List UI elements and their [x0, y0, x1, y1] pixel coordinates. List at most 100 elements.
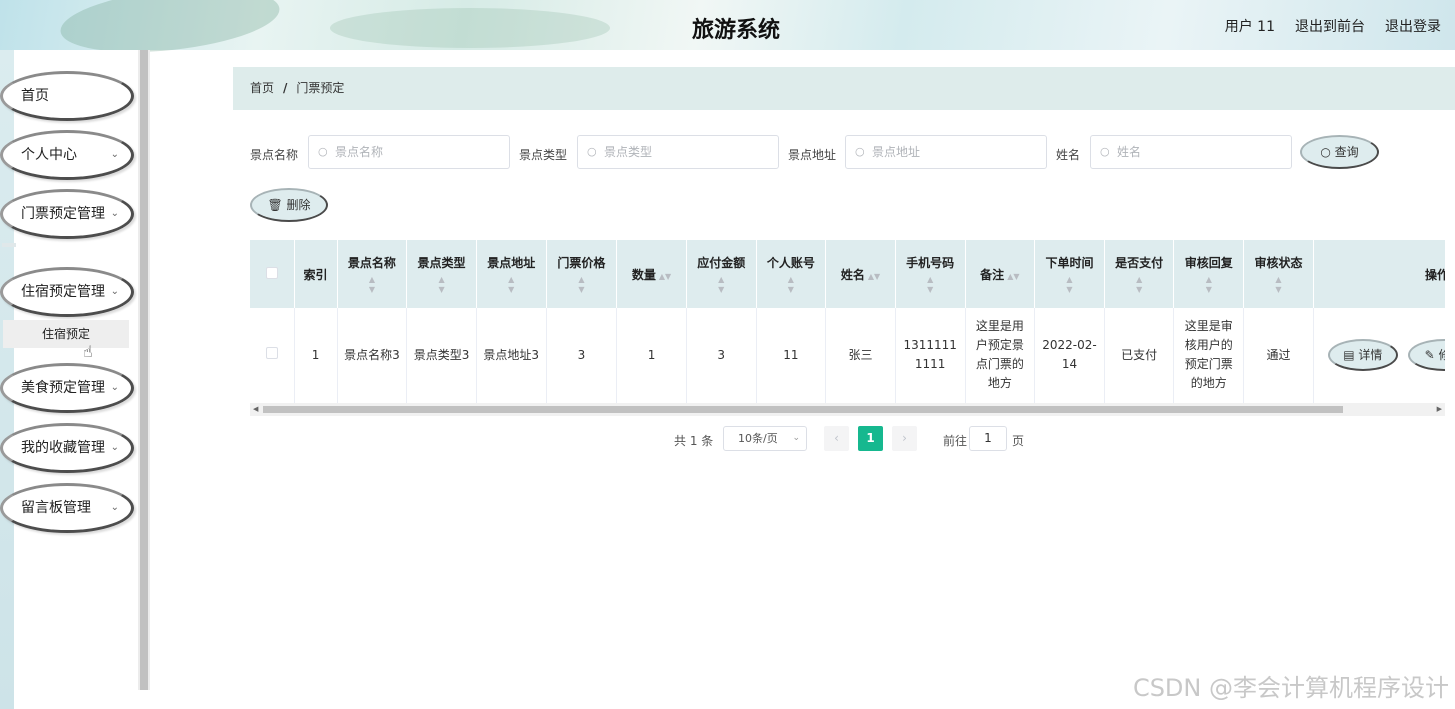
column-header[interactable]: 手机号码 ▲ ▼: [895, 240, 966, 308]
sidebar-scrollbar-thumb[interactable]: [140, 50, 148, 690]
sidebar-item-personal-center[interactable]: 个人中心 ⌄: [0, 130, 134, 180]
column-header: 索引: [294, 240, 338, 308]
search-label-spot-type: 景点类型: [519, 148, 568, 162]
page-size-select[interactable]: 10条/页 ⌄: [723, 426, 807, 451]
cell-index: 1: [294, 308, 338, 404]
sort-icon[interactable]: ▲▼: [409, 275, 474, 295]
cell-spot-name: 景点名称3: [337, 308, 408, 404]
sort-icon[interactable]: ▲▼: [759, 275, 824, 295]
chevron-down-icon: ⌄: [110, 286, 119, 297]
submenu-item-lodging[interactable]: 住宿预定: [3, 320, 129, 348]
search-input-spot-name[interactable]: ○ 景点名称: [308, 135, 510, 169]
search-input-spot-type[interactable]: ○ 景点类型: [577, 135, 779, 169]
scroll-left-arrow-icon[interactable]: ◀: [253, 403, 258, 416]
sidebar-item-label: 我的收藏管理: [21, 440, 105, 456]
goto-page-input[interactable]: 1: [969, 426, 1007, 451]
cell-remark: 这里是用户预定景点门票的地方: [965, 308, 1036, 404]
sort-icon[interactable]: ▲▼: [1246, 275, 1311, 295]
query-button[interactable]: ○ 查询: [1300, 135, 1379, 169]
cell-name: 张三: [825, 308, 896, 404]
column-header[interactable]: 门票价格 ▲ ▼: [546, 240, 618, 308]
sort-icon[interactable]: ▲▼: [1037, 275, 1102, 295]
column-header[interactable]: 应付金额 ▲ ▼: [686, 240, 757, 308]
search-icon: ○: [587, 145, 597, 158]
sidebar-item-label: 首页: [21, 88, 49, 104]
current-page-button[interactable]: 1: [858, 426, 883, 451]
cell-spot-type: 景点类型3: [406, 308, 477, 404]
cell-phone: 13111111111: [895, 308, 966, 404]
search-placeholder: 景点名称: [335, 145, 384, 159]
delete-button-label: 删除: [286, 198, 311, 212]
chevron-left-icon: ‹: [834, 431, 839, 445]
column-header[interactable]: 姓名 ▲▼: [825, 240, 896, 308]
column-header[interactable]: 个人账号 ▲ ▼: [756, 240, 827, 308]
sidebar-item-food-booking[interactable]: 美食预定管理 ⌄: [0, 363, 134, 413]
detail-button-label: 详情: [1358, 348, 1383, 363]
sidebar-item-message-board[interactable]: 留言板管理 ⌄: [0, 483, 134, 533]
detail-button[interactable]: ▤ 详情: [1327, 339, 1398, 372]
search-label-spot-name: 景点名称: [250, 148, 299, 162]
cell-paid: 已支付: [1104, 308, 1175, 404]
data-table: 索引 景点名称 ▲ ▼ 景点类型 ▲ ▼ 景点地址 ▲ ▼ 门票价格 ▲ ▼ 数量 ▲▼ 应付金额…: [250, 240, 1445, 416]
next-page-button[interactable]: ›: [892, 426, 917, 451]
breadcrumb-current: 门票预定: [296, 81, 345, 95]
table-header-row: 索引 景点名称 ▲ ▼ 景点类型 ▲ ▼ 景点地址 ▲ ▼ 门票价格 ▲ ▼ 数量 ▲▼ 应付金额…: [250, 240, 1445, 308]
search-placeholder: 姓名: [1117, 145, 1142, 159]
column-header[interactable]: 备注 ▲▼: [965, 240, 1036, 308]
search-label-spot-address: 景点地址: [788, 148, 837, 162]
cell-amount-due: 3: [686, 308, 757, 404]
column-header[interactable]: 审核回复 ▲ ▼: [1173, 240, 1245, 308]
sort-icon[interactable]: ▲▼: [868, 272, 880, 281]
sort-icon[interactable]: ▲▼: [689, 275, 754, 295]
search-input-name[interactable]: ○ 姓名: [1090, 135, 1292, 169]
page-unit-label: 页: [1012, 434, 1025, 448]
column-header[interactable]: 审核状态 ▲ ▼: [1243, 240, 1314, 308]
cell-spot-address: 景点地址3: [476, 308, 547, 404]
sort-icon[interactable]: ▲▼: [340, 275, 405, 295]
column-header: 操作: [1313, 240, 1445, 308]
select-all-checkbox-cell[interactable]: [250, 240, 295, 308]
sort-icon[interactable]: ▲▼: [549, 275, 615, 295]
delete-button[interactable]: 🗑 删除: [250, 188, 328, 222]
column-header[interactable]: 下单时间 ▲ ▼: [1034, 240, 1105, 308]
scrollbar-thumb[interactable]: [263, 406, 1343, 413]
breadcrumb: 首页 / 门票预定: [233, 67, 1455, 110]
goto-label: 前往: [943, 434, 968, 448]
column-header[interactable]: 景点地址 ▲ ▼: [476, 240, 547, 308]
logout-link[interactable]: 退出登录: [1385, 16, 1441, 36]
sidebar-item-favorites[interactable]: 我的收藏管理 ⌄: [0, 423, 134, 473]
cell-order-time: 2022-02-14: [1034, 308, 1105, 404]
search-input-spot-address[interactable]: ○ 景点地址: [845, 135, 1047, 169]
table-horizontal-scrollbar[interactable]: ◀ ▶: [250, 403, 1445, 416]
select-all-checkbox[interactable]: [265, 266, 278, 279]
prev-page-button[interactable]: ‹: [824, 426, 849, 451]
trash-icon: 🗑: [267, 198, 283, 212]
column-header[interactable]: 数量 ▲▼: [616, 240, 687, 308]
sort-icon[interactable]: ▲▼: [1007, 272, 1019, 281]
cell-account: 11: [756, 308, 827, 404]
sidebar-item-home[interactable]: 首页: [0, 71, 134, 121]
sort-icon[interactable]: ▲▼: [479, 275, 544, 295]
edit-button[interactable]: ✎ 修改: [1407, 339, 1445, 372]
column-header[interactable]: 景点名称 ▲ ▼: [337, 240, 408, 308]
chevron-down-icon: ⌄: [792, 433, 800, 443]
row-checkbox[interactable]: [265, 346, 278, 359]
scroll-right-arrow-icon[interactable]: ▶: [1437, 403, 1442, 416]
row-checkbox-cell[interactable]: [250, 308, 295, 404]
breadcrumb-home[interactable]: 首页: [250, 81, 274, 95]
sidebar-item-lodging-booking[interactable]: 住宿预定管理 ⌄: [0, 267, 134, 317]
column-header[interactable]: 是否支付 ▲ ▼: [1104, 240, 1175, 308]
back-to-front-link[interactable]: 退出到前台: [1295, 16, 1365, 36]
pointer-cursor-icon: ☝: [83, 342, 93, 361]
document-icon: ▤: [1343, 348, 1355, 363]
page-size-value: 10条/页: [738, 432, 778, 445]
sidebar-item-label: 美食预定管理: [21, 380, 105, 396]
sidebar-item-ticket-booking[interactable]: 门票预定管理 ⌄: [0, 189, 134, 239]
sidebar-item-label: 留言板管理: [21, 500, 91, 516]
chevron-down-icon: ⌄: [110, 502, 119, 513]
sort-icon[interactable]: ▲▼: [1176, 275, 1241, 295]
sort-icon[interactable]: ▲▼: [1107, 275, 1172, 295]
column-header[interactable]: 景点类型 ▲ ▼: [406, 240, 477, 308]
sort-icon[interactable]: ▲▼: [659, 272, 671, 281]
sort-icon[interactable]: ▲▼: [898, 275, 963, 295]
